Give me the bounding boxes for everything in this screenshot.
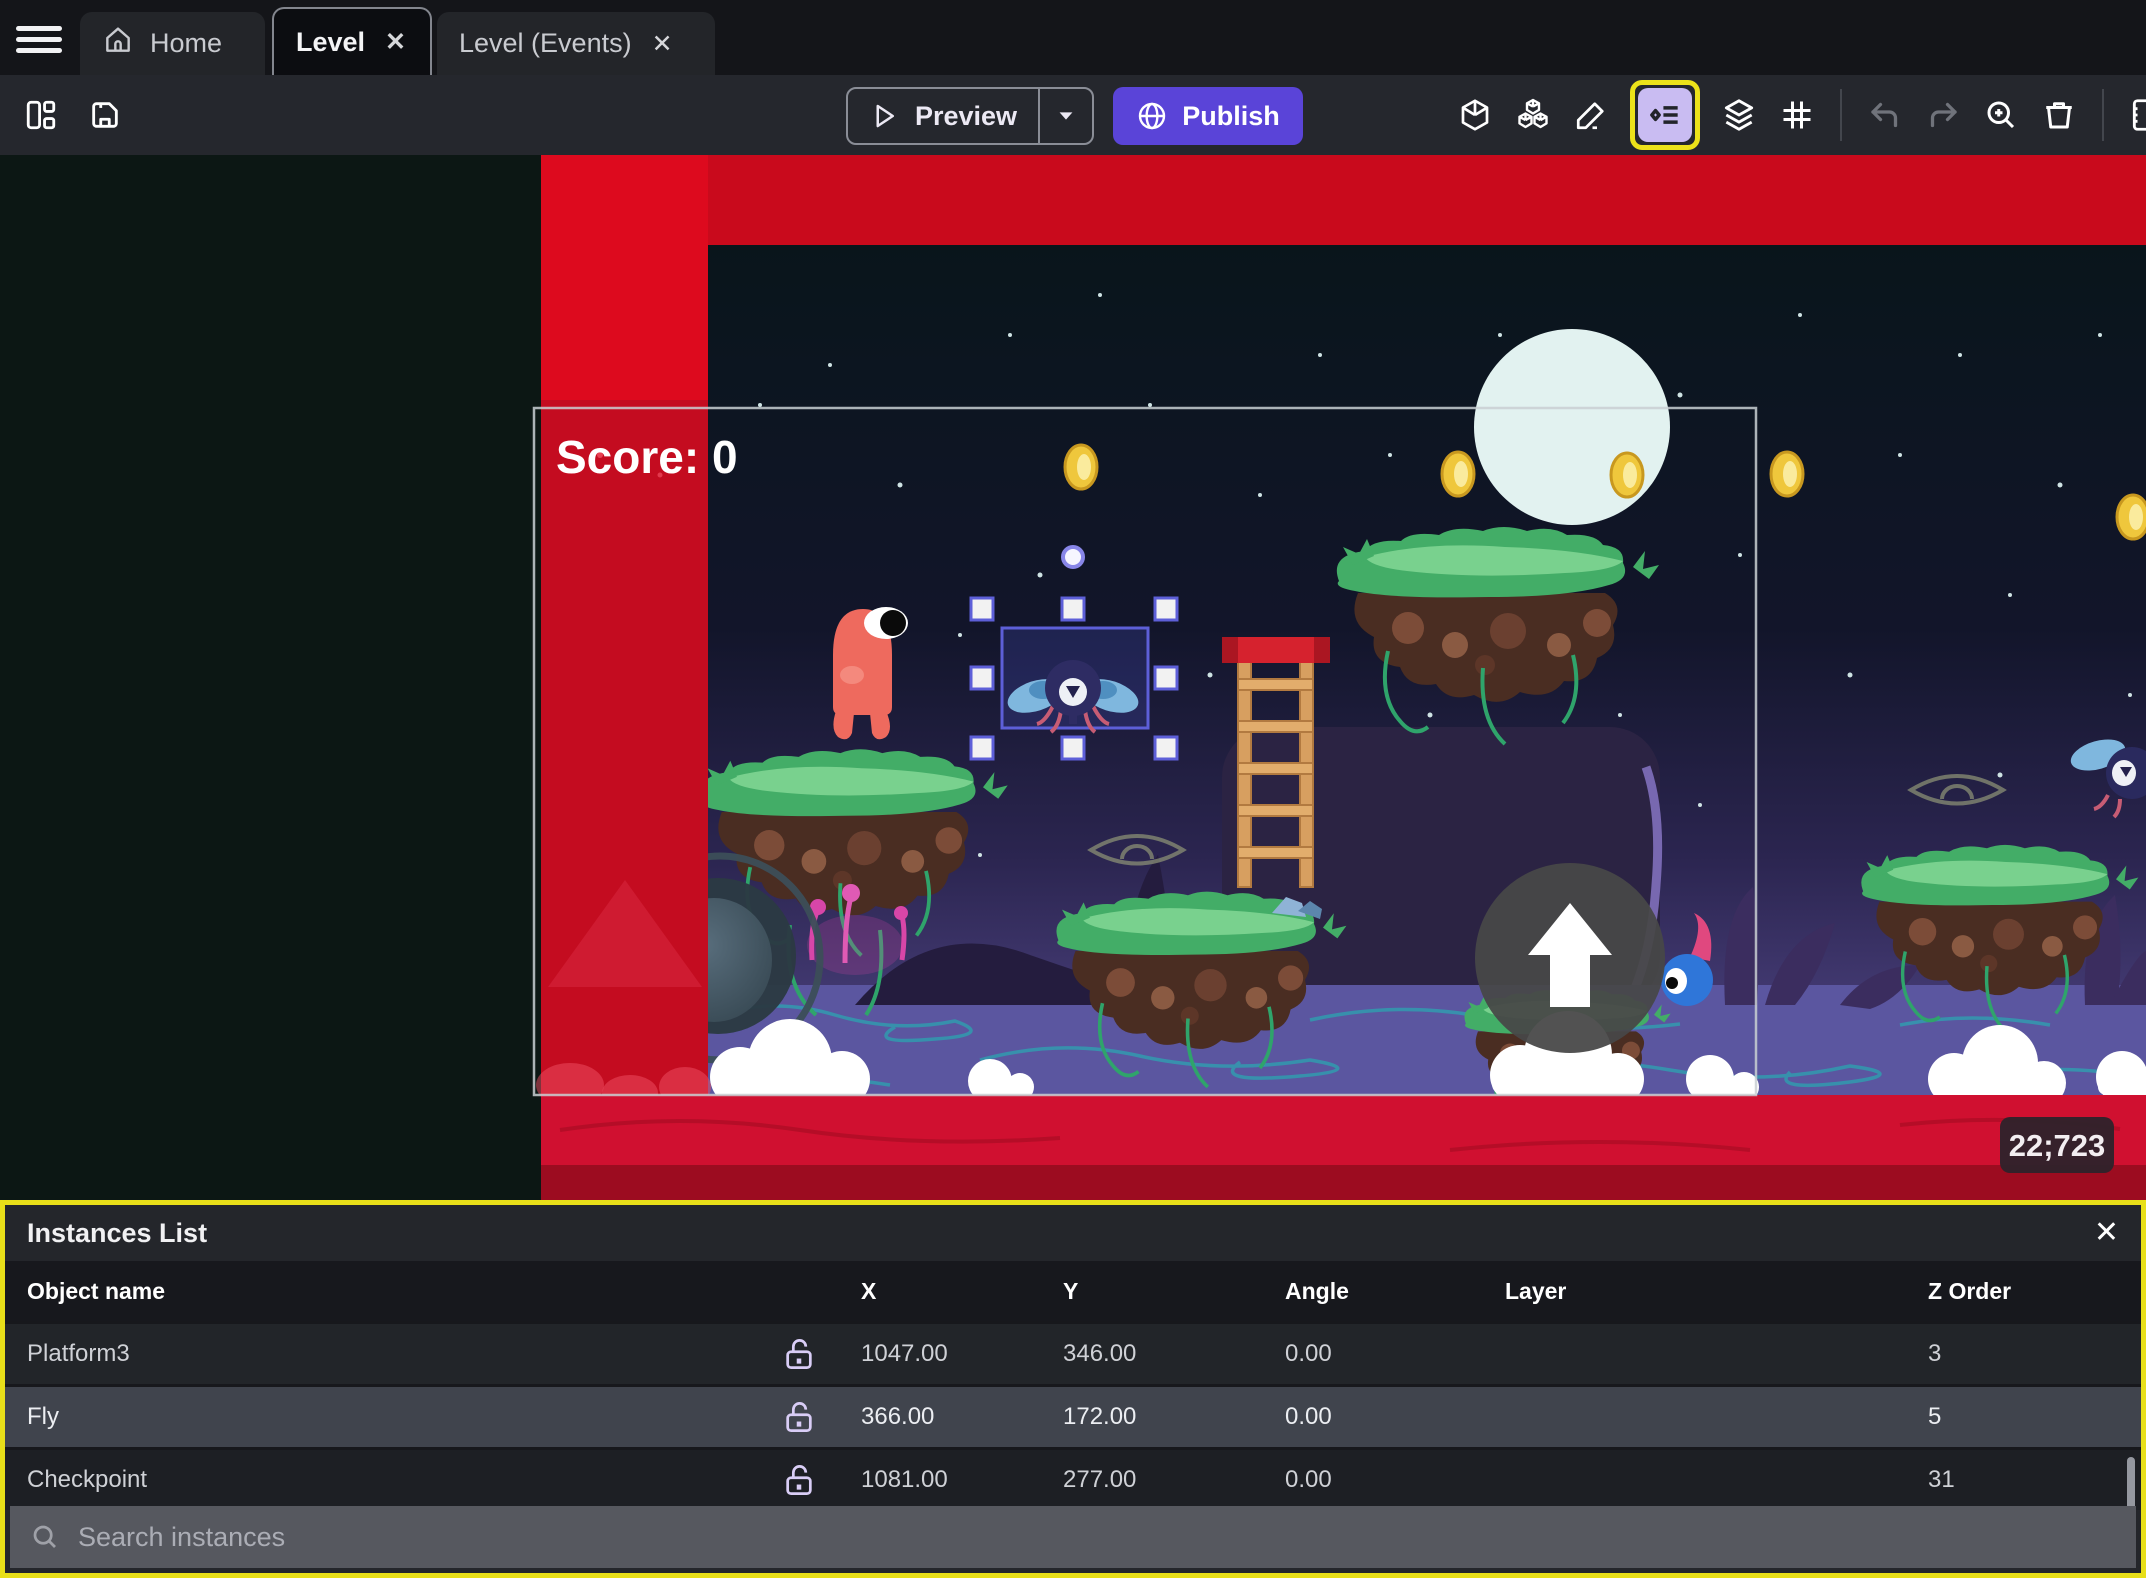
instance-x: 366.00: [861, 1403, 935, 1430]
chevron-down-icon: [1059, 112, 1073, 120]
delete-trash-icon[interactable]: [2040, 96, 2078, 134]
instance-x: 1081.00: [861, 1466, 948, 1493]
close-icon[interactable]: ✕: [648, 27, 677, 61]
edit-scene-properties-icon[interactable]: [2128, 96, 2146, 134]
instance-z-order: 3: [1928, 1340, 1942, 1367]
tab-level[interactable]: Level ✕: [272, 7, 432, 75]
zoom-in-icon[interactable]: [1982, 96, 2020, 134]
instances-list-highlight: [1630, 80, 1700, 150]
instance-angle: 0.00: [1285, 1403, 1332, 1430]
save-icon[interactable]: [86, 96, 124, 134]
col-x: X: [861, 1277, 877, 1304]
red-zone-bottom-band[interactable]: [541, 1095, 2146, 1165]
score-text[interactable]: Score: 0: [556, 431, 738, 483]
checkpoint-marker[interactable]: [1061, 545, 1085, 569]
col-layer: Layer: [1505, 1277, 1567, 1304]
instance-z-order: 31: [1928, 1466, 1955, 1493]
instance-x: 1047.00: [861, 1340, 948, 1367]
grid-icon[interactable]: [1778, 96, 1816, 134]
instances-table-header: Object name X Y Angle Layer Z Order: [5, 1261, 2141, 1321]
preview-button[interactable]: Preview: [848, 89, 1038, 143]
objects-stack-icon[interactable]: [1514, 96, 1552, 134]
instance-y: 277.00: [1063, 1466, 1137, 1493]
instance-name: Checkpoint: [27, 1466, 148, 1493]
instance-y: 172.00: [1063, 1403, 1137, 1430]
col-angle: Angle: [1285, 1277, 1349, 1304]
instances-list-title: Instances List: [27, 1217, 208, 1248]
globe-icon: [1139, 102, 1166, 130]
coords-badge: 22;723: [2000, 1117, 2114, 1173]
instances-list-panel: Instances List ✕ Object name X Y Angle L…: [0, 1200, 2146, 1578]
preview-split-button: Preview: [846, 87, 1094, 145]
instance-angle: 0.00: [1285, 1340, 1332, 1367]
toolbar: Preview Publish: [0, 75, 2146, 155]
menu-icon[interactable]: [16, 20, 62, 56]
canvas-outside-area: [0, 155, 541, 1200]
editor-window: Home Level ✕ Level (Events) ✕ Preview Pu…: [0, 0, 2146, 1578]
close-icon[interactable]: ✕: [2094, 1218, 2119, 1248]
table-row[interactable]: Checkpoint 1081.00 277.00 0.00 31: [5, 1447, 2141, 1510]
tab-bar: Home Level ✕ Level (Events) ✕: [0, 0, 2146, 75]
preview-options-button[interactable]: [1038, 89, 1092, 143]
instance-name: Fly: [27, 1403, 59, 1430]
col-object-name: Object name: [27, 1277, 166, 1304]
tab-level-events-label: Level (Events): [459, 28, 632, 58]
instances-list-icon[interactable]: [1638, 88, 1692, 142]
object-3d-icon[interactable]: [1456, 96, 1494, 134]
play-icon: [876, 104, 894, 128]
edit-pencil-icon[interactable]: [1572, 96, 1610, 134]
moon[interactable]: [1474, 329, 1670, 525]
redo-icon[interactable]: [1924, 96, 1962, 134]
lock-open-icon[interactable]: [749, 1337, 849, 1371]
search-icon: [33, 1525, 56, 1548]
scene-canvas-svg: Score: 0 22;723: [0, 155, 2146, 1200]
col-y: Y: [1063, 1277, 1079, 1304]
instance-name: Platform3: [27, 1340, 130, 1367]
toolbar-separator: [2102, 89, 2104, 141]
red-zone-bottom-strip: [541, 1165, 2146, 1200]
table-row-selected[interactable]: Fly 366.00 172.00 0.00 5: [5, 1384, 2141, 1447]
search-input[interactable]: [78, 1521, 878, 1553]
home-icon: [102, 24, 134, 63]
tab-home[interactable]: Home: [80, 12, 265, 75]
instance-z-order: 5: [1928, 1403, 1942, 1430]
red-zone-column-top[interactable]: [541, 155, 708, 400]
tab-home-label: Home: [150, 28, 223, 58]
scene-editor-canvas[interactable]: Score: 0 22;723: [0, 155, 2146, 1200]
layers-icon[interactable]: [1720, 96, 1758, 134]
tab-level-label: Level: [296, 26, 366, 57]
lock-open-icon[interactable]: [749, 1463, 849, 1497]
lock-open-icon[interactable]: [749, 1400, 849, 1434]
undo-icon[interactable]: [1866, 96, 1904, 134]
red-zone-top-band[interactable]: [708, 155, 2146, 245]
close-icon[interactable]: ✕: [381, 25, 410, 59]
toolbar-separator: [1840, 89, 1842, 141]
search-bar: [10, 1506, 2136, 1568]
jump-button[interactable]: [1475, 863, 1665, 1053]
table-row[interactable]: Platform3 1047.00 346.00 0.00 3: [5, 1321, 2141, 1384]
col-z-order: Z Order: [1928, 1277, 2012, 1304]
instance-y: 346.00: [1063, 1340, 1137, 1367]
tab-level-events[interactable]: Level (Events) ✕: [437, 12, 715, 75]
instance-angle: 0.00: [1285, 1466, 1332, 1493]
panel-layout-icon[interactable]: [22, 96, 60, 134]
publish-button[interactable]: Publish: [1113, 87, 1303, 145]
coords-badge-text: 22;723: [2009, 1128, 2106, 1163]
